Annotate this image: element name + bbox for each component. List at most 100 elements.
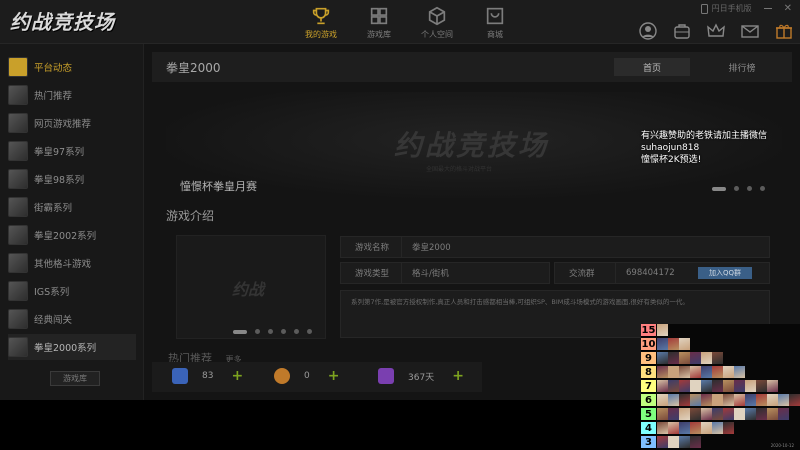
sf-thumb-icon [8,197,28,217]
phone-version-link[interactable]: 円日手机版 [700,3,752,14]
kof2002-thumb-icon [8,225,28,245]
top-bar: 约战竞技场 我的游戏 游戏库 个人空间 商城 円日手机版 ✕ [0,0,800,44]
tier-label: 9 [641,352,656,365]
sidebar-item-kof2002[interactable]: 拳皇2002系列 [8,222,136,248]
gift-icon[interactable] [774,22,794,40]
cube-icon [428,6,446,26]
character-portrait [734,366,745,378]
character-portrait [679,394,690,406]
page-title: 拳皇2000 [166,61,221,75]
character-portrait [712,394,723,406]
stream-timestamp: 2020-10-12 [770,443,794,448]
kof98-thumb-icon [8,169,28,189]
stat-cards: 83 + [172,368,243,384]
tier-row: 5 [641,408,800,421]
carousel-dot[interactable] [294,329,299,334]
character-portrait [679,366,690,378]
tier-label: 7 [641,380,656,393]
vip-card-icon [378,368,394,384]
character-portrait [723,422,734,434]
character-portrait [668,436,679,448]
sidebar-item-kof2000[interactable]: 拳皇2000系列 [8,334,136,360]
hot-thumb-icon [8,85,28,105]
character-portrait [701,366,712,378]
store-icon [486,7,504,25]
carousel-dot[interactable] [255,329,260,334]
kof97-thumb-icon [8,141,28,161]
sidebar-item-webgames[interactable]: 网页游戏推荐 [8,110,136,136]
nav-game-library[interactable]: 游戏库 [350,0,408,44]
nav-label: 个人空间 [421,30,453,39]
nav-my-games[interactable]: 我的游戏 [292,0,350,44]
info-value: 拳皇2000 [412,243,451,253]
character-portrait [690,408,701,420]
sidebar-item-classic[interactable]: 经典闯关 [8,306,136,332]
character-portrait [657,422,668,434]
nav-label: 我的游戏 [305,30,337,39]
carousel-dot[interactable] [281,329,286,334]
character-portrait [679,352,690,364]
window-controls: 円日手机版 ✕ [700,3,792,14]
trophy-icon [312,7,330,25]
tab-home[interactable]: 首页 [614,58,690,76]
carousel-dot[interactable] [734,186,739,191]
minimize-icon[interactable] [763,8,772,9]
character-portrait [679,338,690,350]
close-icon[interactable]: ✕ [784,3,792,14]
carousel-dot[interactable] [233,329,247,334]
character-portrait [701,352,712,364]
avatar-icon[interactable] [638,22,658,40]
sidebar-item-kof98[interactable]: 拳皇98系列 [8,166,136,192]
add-vip-button[interactable]: + [452,368,464,384]
game-library-button[interactable]: 游戏库 [50,371,100,386]
stat-vip-days: 367天 + [378,368,464,384]
user-stats-bar: 83 + 0 + 367天 + [152,362,482,392]
sidebar-item-platform-news[interactable]: 平台动态 [8,54,136,80]
carousel-dot[interactable] [747,186,752,191]
banner-pagination [712,186,765,191]
phone-icon [700,3,708,14]
add-cards-button[interactable]: + [231,368,243,384]
tier-label: 6 [641,394,656,407]
sidebar-item-kof97[interactable]: 拳皇97系列 [8,138,136,164]
character-portrait [734,380,745,392]
sidebar-item-label: 其他格斗游戏 [34,259,92,270]
coin-icon [274,368,290,384]
character-portrait [701,394,712,406]
video-pagination [233,329,312,334]
banner-watermark: 约战竞技场 [394,129,550,162]
crown-icon[interactable] [706,22,726,40]
intro-video-carousel[interactable]: 约战 [176,235,326,339]
join-qq-group-button[interactable]: 加入QQ群 [698,267,752,279]
carousel-dot[interactable] [268,329,273,334]
tier-label: 15 [641,324,656,337]
kof2000-thumb-icon [8,337,28,357]
section-title-intro: 游戏介绍 [166,209,215,223]
sidebar-item-igs[interactable]: IGS系列 [8,278,136,304]
character-portrait [657,352,668,364]
character-portrait [723,380,734,392]
sidebar-item-hot[interactable]: 热门推荐 [8,82,136,108]
bag-icon[interactable] [672,22,692,40]
mail-icon[interactable] [740,22,760,40]
character-portrait [657,394,668,406]
character-portrait [690,422,701,434]
sidebar-item-other-fighting[interactable]: 其他格斗游戏 [8,250,136,276]
tier-label: 8 [641,366,656,379]
nav-store[interactable]: 商城 [466,0,524,44]
carousel-dot[interactable] [307,329,312,334]
carousel-dot[interactable] [712,186,726,191]
add-coins-button[interactable]: + [328,368,340,384]
sidebar-item-label: 拳皇98系列 [34,175,85,186]
sidebar-item-label: 拳皇2000系列 [34,343,97,354]
sidebar-item-street-fighter[interactable]: 街霸系列 [8,194,136,220]
character-portrait [734,408,745,420]
tier-row: 4 [641,422,800,435]
nav-personal-space[interactable]: 个人空间 [408,0,466,44]
carousel-dot[interactable] [760,186,765,191]
igs-thumb-icon [8,281,28,301]
character-portrait [767,380,778,392]
tab-leaderboard[interactable]: 排行榜 [704,58,780,76]
info-key: 交流群 [569,269,595,279]
character-portrait [756,394,767,406]
